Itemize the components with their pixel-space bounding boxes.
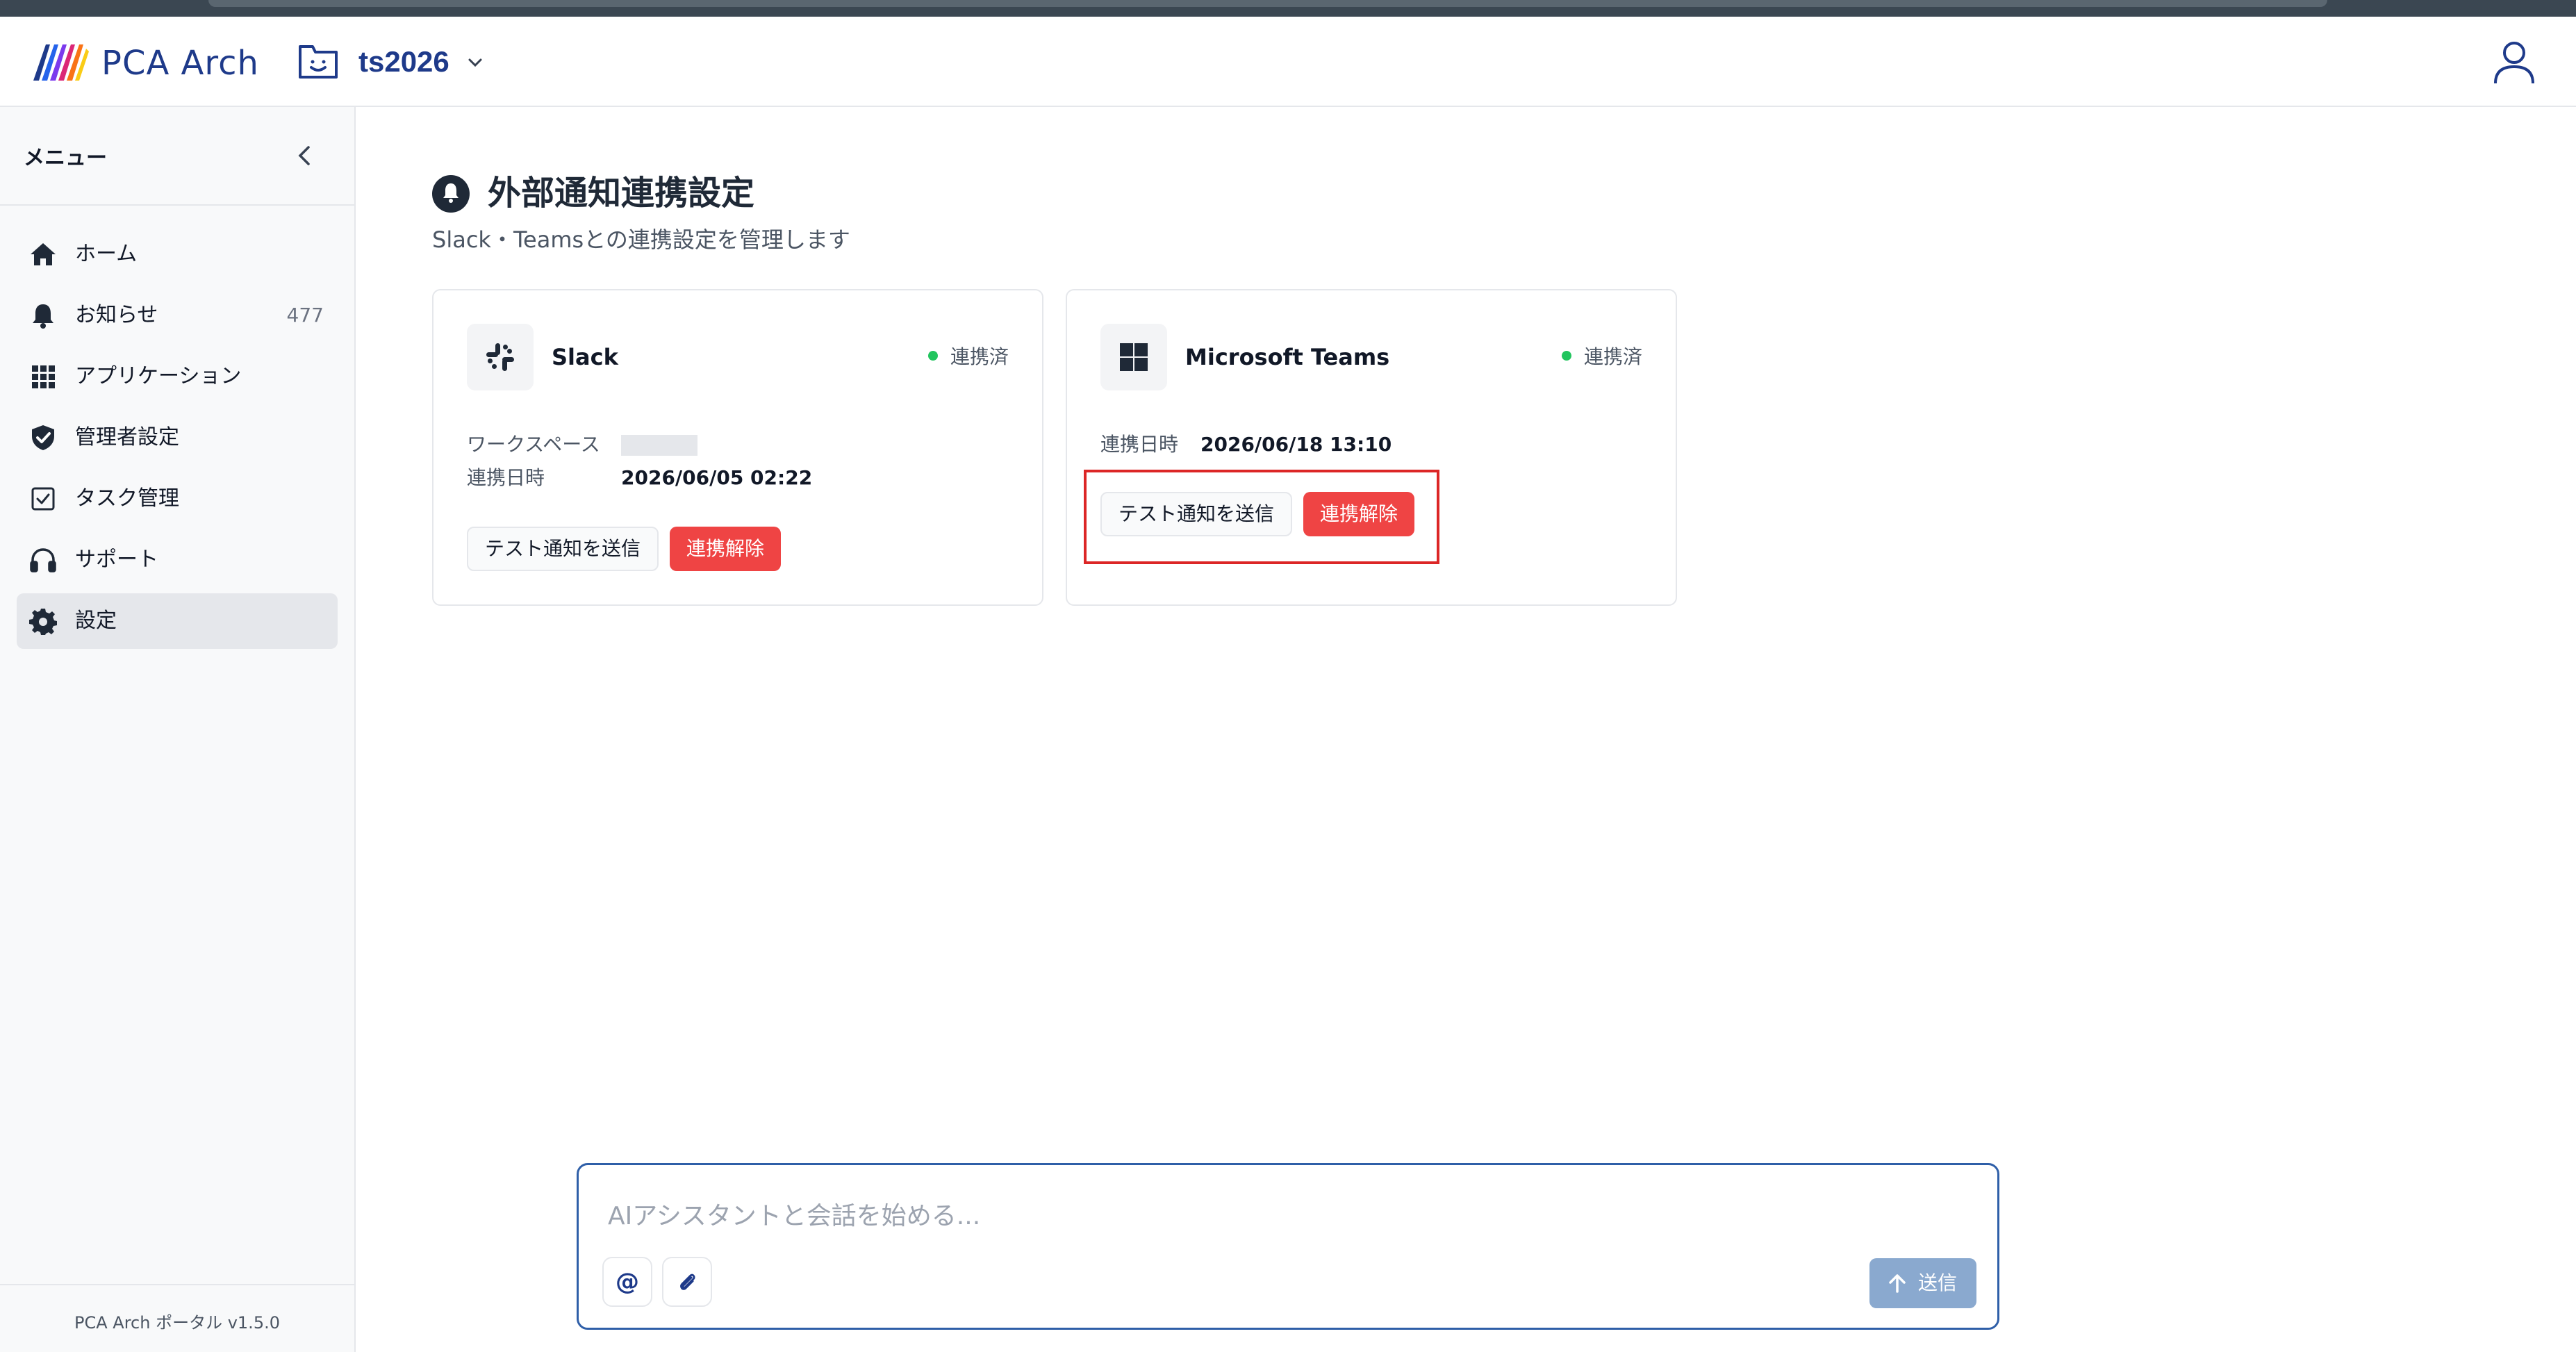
- send-button[interactable]: 送信: [1869, 1258, 1976, 1308]
- linked-at-row: 連携日時 2026/06/18 13:10: [1100, 432, 1392, 457]
- highlight-box: [1084, 470, 1439, 564]
- project-folder-icon: [299, 45, 338, 79]
- sidebar-item-home[interactable]: ホーム: [17, 226, 338, 282]
- sidebar-item-label: 管理者設定: [75, 425, 179, 450]
- browser-top-strip: [0, 0, 2576, 17]
- mention-button[interactable]: @: [602, 1257, 652, 1307]
- sidebar-footer: PCA Arch ポータル v1.5.0: [0, 1284, 354, 1352]
- sidebar-item-label: ホーム: [75, 242, 138, 266]
- collapse-sidebar-icon[interactable]: [295, 143, 315, 168]
- linked-at-value: 2026/06/05 02:22: [621, 466, 813, 489]
- sidebar-item-label: 設定: [75, 609, 117, 633]
- shield-icon: [32, 425, 54, 450]
- attach-button[interactable]: [662, 1257, 712, 1307]
- gear-icon: [29, 609, 57, 635]
- arrow-up-icon: [1889, 1274, 1906, 1293]
- status-label: 連携済: [950, 345, 1009, 368]
- sidebar-item-label: タスク管理: [75, 486, 179, 511]
- ai-chat-box[interactable]: AIアシスタントと会話を始める... @ 送信: [577, 1163, 1999, 1330]
- user-account-icon[interactable]: [2490, 38, 2538, 86]
- sidebar-title: メニュー: [24, 146, 107, 170]
- page-subtitle: Slack・Teamsとの連携設定を管理します: [432, 226, 850, 253]
- workspace-row: ワークスペース: [467, 432, 697, 457]
- at-icon: @: [616, 1268, 639, 1296]
- sidebar-item-label: サポート: [75, 547, 158, 572]
- linked-at-row: 連携日時 2026/06/05 02:22: [467, 465, 812, 490]
- unlink-button[interactable]: 連携解除: [670, 527, 781, 571]
- linked-at-label: 連携日時: [1100, 433, 1179, 456]
- sidebar-item-applications[interactable]: アプリケーション: [17, 349, 338, 404]
- app-name[interactable]: PCA Arch: [101, 43, 259, 83]
- send-label: 送信: [1918, 1271, 1958, 1294]
- service-name: Microsoft Teams: [1185, 344, 1390, 370]
- sidebar-item-task-management[interactable]: タスク管理: [17, 471, 338, 527]
- sidebar-header: メニュー: [0, 107, 354, 206]
- linked-at-value: 2026/06/18 13:10: [1200, 433, 1392, 456]
- checkbox-icon: [31, 487, 55, 511]
- workspace-label: ワークスペース: [467, 433, 600, 456]
- bell-icon: [33, 304, 53, 329]
- grid-icon: [32, 365, 55, 388]
- sidebar-item-settings[interactable]: 設定: [17, 593, 338, 649]
- home-icon: [31, 243, 56, 265]
- sidebar-item-label: お知らせ: [75, 303, 158, 327]
- sidebar-item-notifications[interactable]: お知らせ 477: [17, 288, 338, 343]
- sidebar: メニュー ホーム お知らせ 477 アプリケーション 管理者設定 タスク管理 サ…: [0, 107, 356, 1352]
- pca-arch-logo-icon[interactable]: [32, 42, 90, 82]
- slack-integration-card: Slack 連携済 ワークスペース 連携日時 2026/06/05 02:22 …: [432, 289, 1043, 606]
- teams-icon-box: [1100, 324, 1167, 390]
- sidebar-item-support[interactable]: サポート: [17, 532, 338, 588]
- windows-icon: [1120, 343, 1148, 371]
- page-title: 外部通知連携設定: [488, 174, 755, 213]
- app-header: PCA Arch ts2026: [0, 17, 2576, 107]
- app-root: PCA Arch ts2026 メニュー ホーム お知らせ 477 アプリケーシ…: [0, 0, 2576, 1352]
- project-name[interactable]: ts2026: [358, 42, 449, 82]
- notification-count: 477: [286, 304, 324, 327]
- app-version: PCA Arch ポータル v1.5.0: [74, 1313, 280, 1333]
- workspace-value-redacted: [621, 435, 697, 456]
- paperclip-icon: [680, 1273, 695, 1290]
- service-name: Slack: [552, 344, 618, 370]
- slack-icon-box: [467, 324, 534, 390]
- chevron-down-icon[interactable]: [465, 53, 485, 72]
- bell-circle-icon: [432, 175, 470, 213]
- status-dot: [1561, 351, 1571, 361]
- chat-input-placeholder[interactable]: AIアシスタントと会話を始める...: [608, 1200, 980, 1233]
- sidebar-item-label: アプリケーション: [75, 364, 242, 388]
- linked-at-label: 連携日時: [467, 466, 545, 489]
- status-badge: 連携済: [927, 343, 1009, 371]
- sidebar-item-admin-settings[interactable]: 管理者設定: [17, 410, 338, 465]
- headphones-icon: [30, 548, 56, 572]
- status-label: 連携済: [1583, 345, 1642, 368]
- browser-top-strip-inner: [208, 0, 2327, 7]
- status-badge: 連携済: [1561, 343, 1642, 371]
- slack-icon: [486, 343, 514, 371]
- status-dot: [927, 351, 938, 361]
- send-test-notification-button[interactable]: テスト通知を送信: [467, 527, 659, 571]
